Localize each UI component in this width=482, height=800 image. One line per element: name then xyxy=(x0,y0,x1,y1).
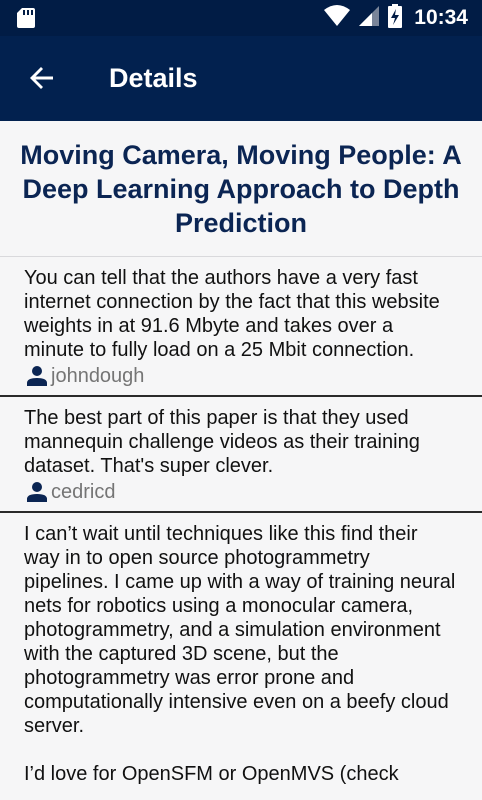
sd-card-icon xyxy=(16,7,36,34)
user-icon xyxy=(27,366,47,386)
user-icon xyxy=(27,482,47,502)
details-content[interactable]: Moving Camera, Moving People: A Deep Lea… xyxy=(0,121,482,800)
status-bar: 10:34 xyxy=(0,0,482,36)
comment-author[interactable]: johndough xyxy=(24,364,458,388)
status-time: 10:34 xyxy=(414,6,468,29)
app-bar: Details xyxy=(0,36,482,121)
page-title: Details xyxy=(109,63,198,93)
author-name: cedricd xyxy=(51,480,116,503)
comment-text: I can’t wait until techniques like this … xyxy=(24,523,456,785)
battery-charging-icon xyxy=(388,3,403,33)
comment-item: I can’t wait until techniques like this … xyxy=(0,513,482,793)
wifi-icon xyxy=(324,4,351,32)
comment-text: The best part of this paper is that they… xyxy=(24,407,420,477)
comment-item: You can tell that the authors have a ver… xyxy=(0,257,482,397)
arrow-back-icon xyxy=(30,67,53,89)
author-name: johndough xyxy=(51,364,145,387)
post-title: Moving Camera, Moving People: A Deep Lea… xyxy=(0,121,482,257)
comment-text: You can tell that the authors have a ver… xyxy=(24,267,440,361)
signal-icon xyxy=(358,5,380,32)
back-button[interactable] xyxy=(22,58,62,98)
comment-author[interactable]: cedricd xyxy=(24,480,458,504)
comment-item: The best part of this paper is that they… xyxy=(0,397,482,513)
